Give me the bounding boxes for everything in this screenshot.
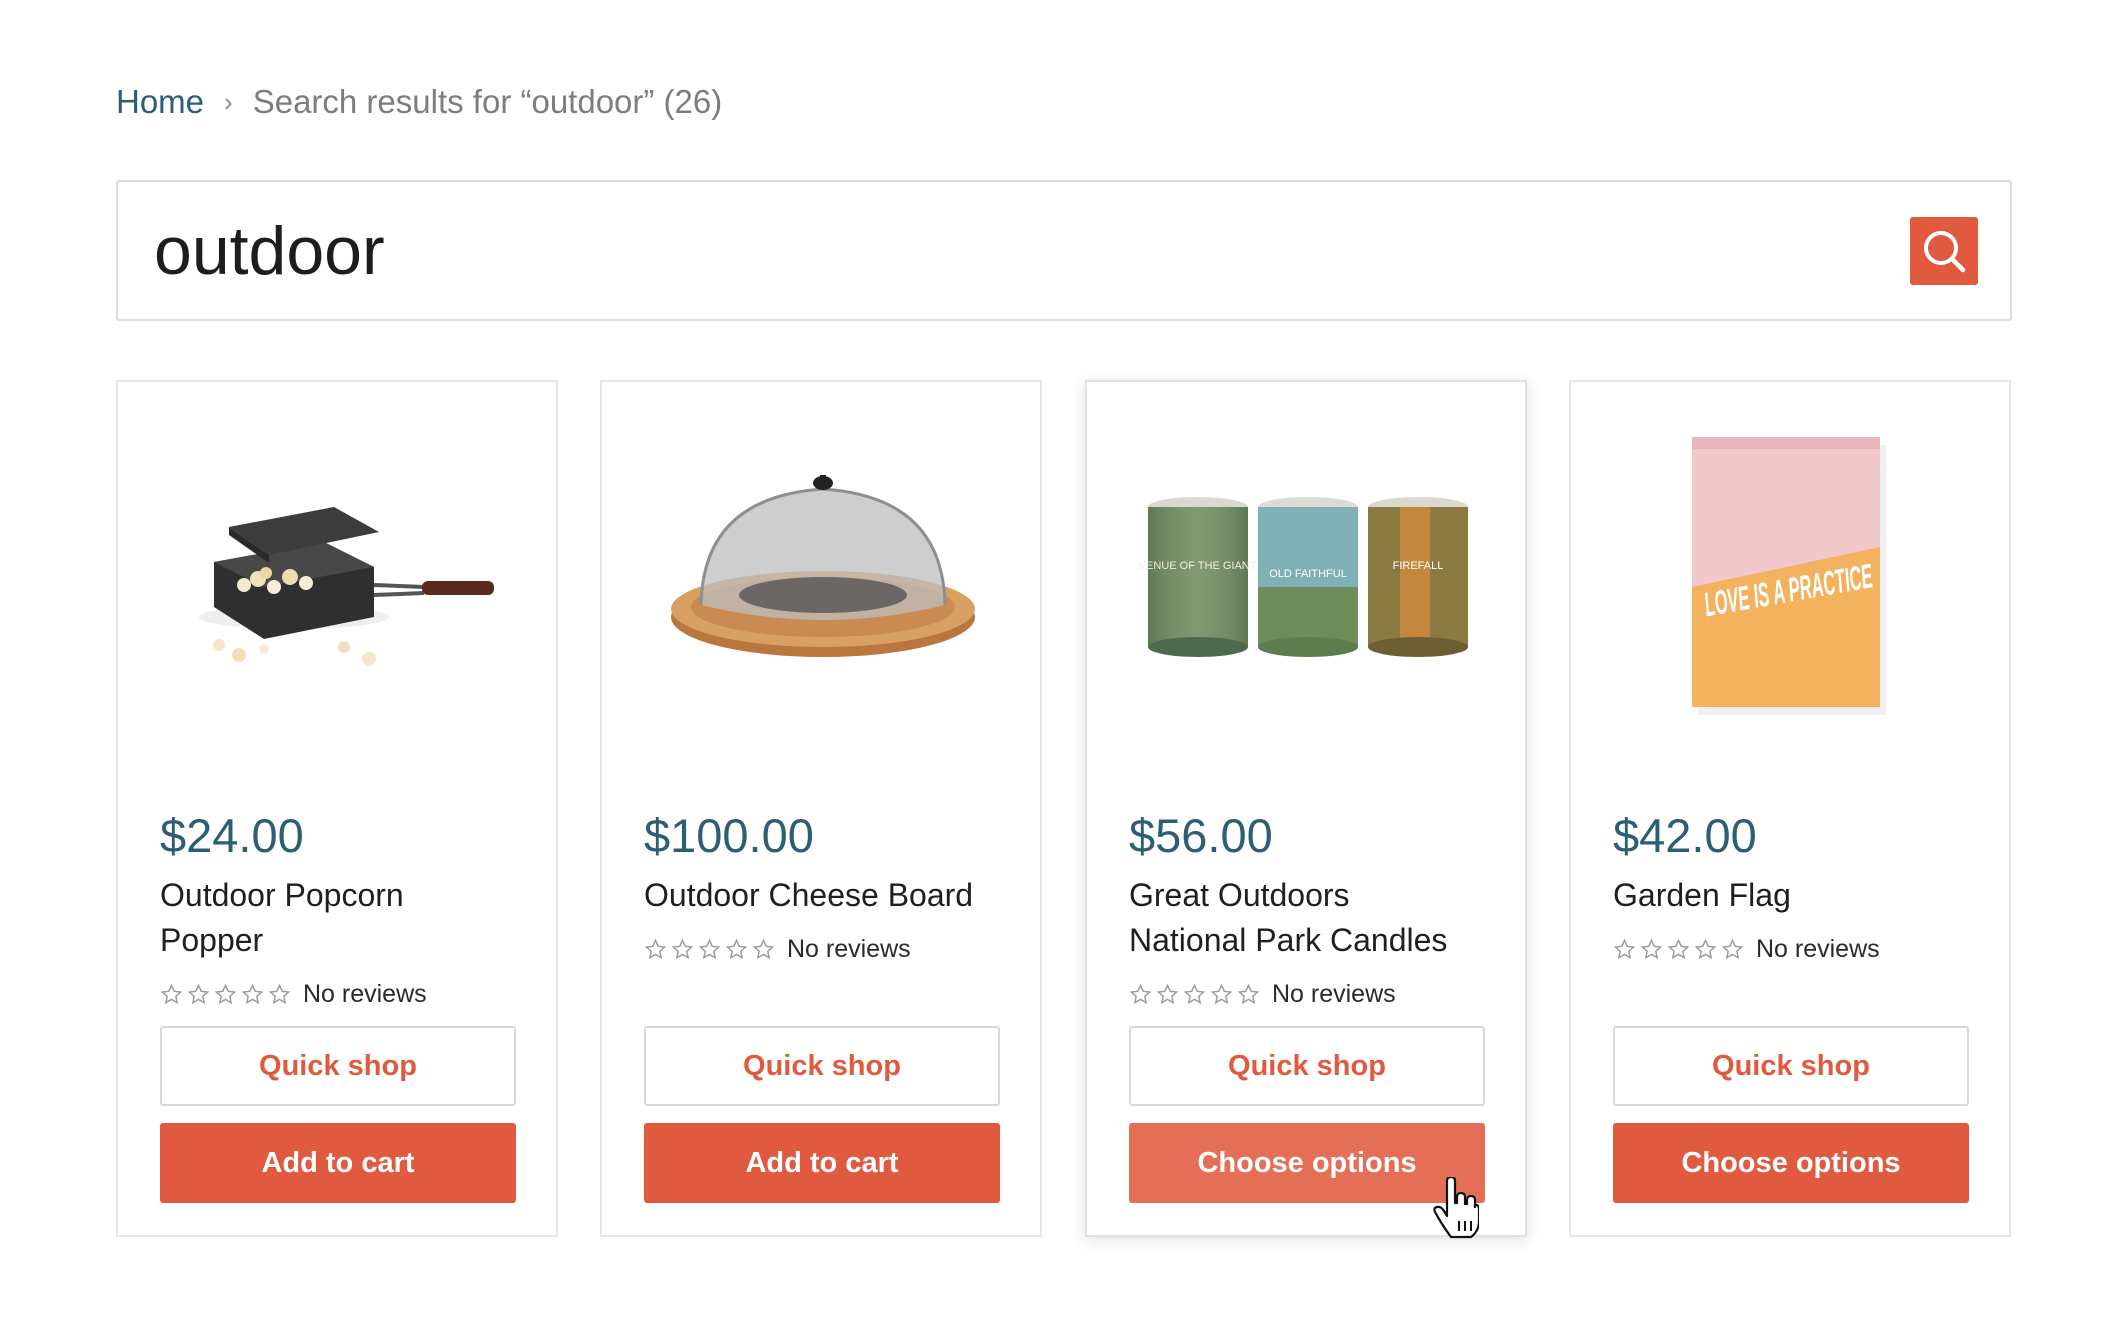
- star-empty-icon: [1156, 983, 1179, 1004]
- hand-cursor-icon: [1433, 1177, 1479, 1239]
- product-image[interactable]: LOVE IS A PRACTICE: [1613, 437, 1971, 715]
- star-empty-icon: [1210, 983, 1233, 1004]
- star-empty-icon: [752, 938, 775, 959]
- breadcrumb-home-link[interactable]: Home: [116, 83, 204, 121]
- rating-stars: [644, 938, 775, 961]
- product-title[interactable]: Garden Flag: [1613, 873, 1967, 918]
- search-input[interactable]: [118, 182, 1910, 319]
- product-image[interactable]: AVENUE OF THE GIANTS OLD FAITHFUL FIREFA…: [1129, 442, 1487, 712]
- product-price: $42.00: [1613, 809, 1757, 862]
- star-empty-icon: [268, 983, 291, 1004]
- product-price: $100.00: [644, 809, 814, 862]
- search-button[interactable]: [1910, 216, 1978, 285]
- add-to-cart-button[interactable]: Add to cart: [160, 1123, 516, 1203]
- product-info: $100.00 Outdoor Cheese Board No reviews: [644, 809, 998, 966]
- review-count: No reviews: [1272, 979, 1396, 1008]
- popcorn-popper-image: [199, 507, 494, 666]
- review-count: No reviews: [787, 934, 911, 963]
- product-card: $24.00 Outdoor Popcorn Popper No reviews…: [116, 380, 558, 1237]
- search-icon: [1924, 230, 1966, 272]
- breadcrumb: Home › Search results for “outdoor” (26): [116, 80, 722, 124]
- star-empty-icon: [671, 938, 694, 959]
- product-rating: No reviews: [644, 932, 998, 966]
- add-to-cart-button[interactable]: Add to cart: [644, 1123, 1000, 1203]
- cheese-board-image: [671, 475, 975, 657]
- candle-label-2: OLD FAITHFUL: [1269, 568, 1347, 580]
- star-empty-icon: [1183, 983, 1206, 1004]
- product-info: $24.00 Outdoor Popcorn Popper No reviews: [160, 809, 514, 1011]
- star-empty-icon: [1613, 938, 1636, 959]
- star-empty-icon: [644, 938, 667, 959]
- review-count: No reviews: [1756, 934, 1880, 963]
- star-empty-icon: [1667, 938, 1690, 959]
- quick-shop-button[interactable]: Quick shop: [1613, 1026, 1969, 1106]
- choose-options-button[interactable]: Choose options: [1129, 1123, 1485, 1203]
- product-card: $100.00 Outdoor Cheese Board No reviews …: [600, 380, 1042, 1237]
- star-empty-icon: [1640, 938, 1663, 959]
- candle-label-1: AVENUE OF THE GIANTS: [1138, 560, 1264, 572]
- product-price: $56.00: [1129, 809, 1273, 862]
- product-card: LOVE IS A PRACTICE $42.00 Garden Flag No…: [1569, 380, 2011, 1237]
- star-empty-icon: [1129, 983, 1152, 1004]
- product-info: $42.00 Garden Flag No reviews: [1613, 809, 1967, 966]
- product-grid: $24.00 Outdoor Popcorn Popper No reviews…: [116, 380, 2012, 1237]
- product-image[interactable]: [160, 442, 518, 712]
- search-bar: [116, 180, 2012, 321]
- review-count: No reviews: [303, 979, 427, 1008]
- quick-shop-button[interactable]: Quick shop: [644, 1026, 1000, 1106]
- star-empty-icon: [187, 983, 210, 1004]
- product-info: $56.00 Great Outdoors National Park Cand…: [1129, 809, 1483, 1011]
- rating-stars: [160, 983, 291, 1006]
- product-title[interactable]: Great Outdoors National Park Candles: [1129, 873, 1469, 963]
- product-title[interactable]: Outdoor Popcorn Popper: [160, 873, 514, 963]
- star-empty-icon: [725, 938, 748, 959]
- product-card: AVENUE OF THE GIANTS OLD FAITHFUL FIREFA…: [1085, 380, 1527, 1237]
- star-empty-icon: [1694, 938, 1717, 959]
- star-empty-icon: [160, 983, 183, 1004]
- rating-stars: [1129, 983, 1260, 1006]
- rating-stars: [1613, 938, 1744, 961]
- product-image[interactable]: [644, 442, 1002, 712]
- star-empty-icon: [214, 983, 237, 1004]
- product-title[interactable]: Outdoor Cheese Board: [644, 873, 998, 918]
- star-empty-icon: [241, 983, 264, 1004]
- star-empty-icon: [1237, 983, 1260, 1004]
- product-rating: No reviews: [1129, 977, 1483, 1011]
- candle-label-3: FIREFALL: [1393, 560, 1444, 572]
- product-rating: No reviews: [160, 977, 514, 1011]
- quick-shop-button[interactable]: Quick shop: [1129, 1026, 1485, 1106]
- candles-image: AVENUE OF THE GIANTS OLD FAITHFUL FIREFA…: [1138, 497, 1468, 657]
- quick-shop-button[interactable]: Quick shop: [160, 1026, 516, 1106]
- garden-flag-image: LOVE IS A PRACTICE: [1692, 437, 1886, 715]
- star-empty-icon: [698, 938, 721, 959]
- star-empty-icon: [1721, 938, 1744, 959]
- breadcrumb-separator: ›: [224, 86, 233, 117]
- choose-options-button[interactable]: Choose options: [1613, 1123, 1969, 1203]
- breadcrumb-current: Search results for “outdoor” (26): [252, 83, 723, 120]
- product-rating: No reviews: [1613, 932, 1967, 966]
- product-price: $24.00: [160, 809, 304, 862]
